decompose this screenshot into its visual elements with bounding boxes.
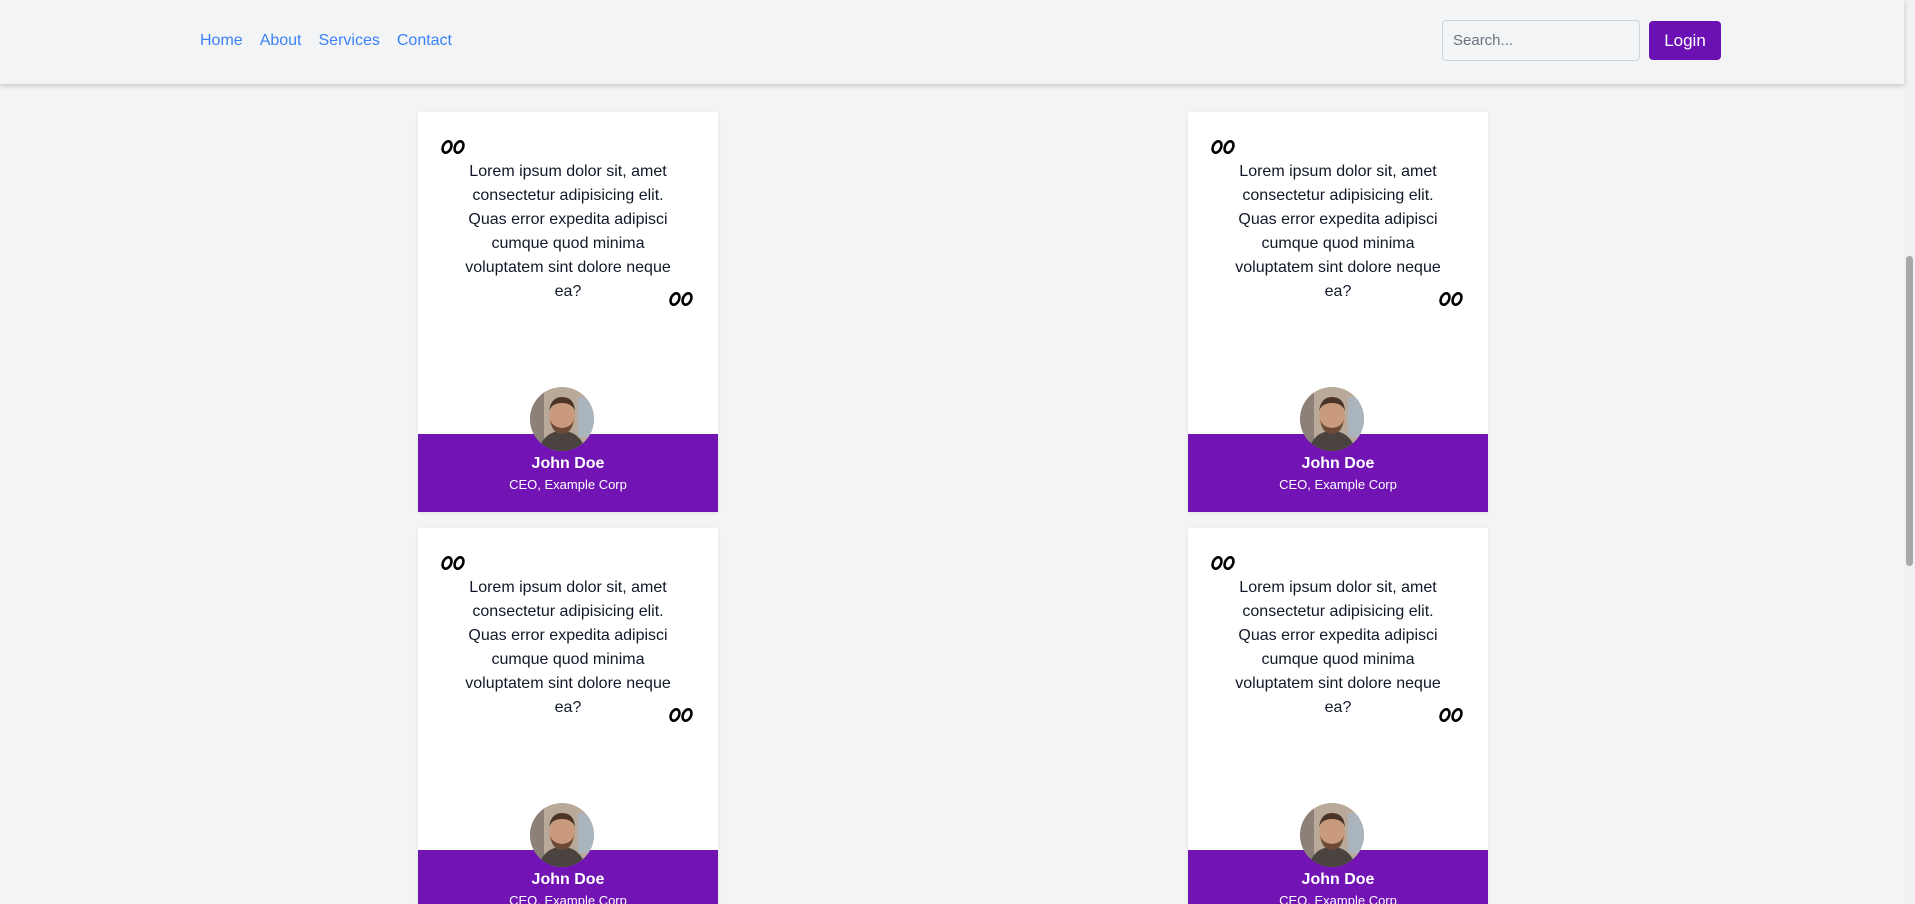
login-button[interactable]: Login xyxy=(1649,21,1721,60)
nav-links: Home About Services Contact xyxy=(200,31,452,51)
quote-open-icon xyxy=(441,556,465,570)
testimonial-quote: Lorem ipsum dolor sit, amet consectetur … xyxy=(465,163,671,300)
avatar xyxy=(1300,803,1364,867)
vertical-scrollbar[interactable] xyxy=(1904,0,1915,904)
quote-close-icon xyxy=(1439,708,1463,722)
testimonial-quote: Lorem ipsum dolor sit, amet consectetur … xyxy=(465,579,671,716)
testimonial-card: Lorem ipsum dolor sit, amet consectetur … xyxy=(418,528,718,904)
testimonial-quote: Lorem ipsum dolor sit, amet consectetur … xyxy=(1235,579,1441,716)
quote-open-icon xyxy=(441,140,465,154)
quote-open-icon xyxy=(1211,140,1235,154)
testimonial-name: John Doe xyxy=(531,455,605,472)
scrollbar-thumb[interactable] xyxy=(1906,256,1913,566)
navbar: Home About Services Contact Login xyxy=(0,0,1904,84)
testimonial-quote: Lorem ipsum dolor sit, amet consectetur … xyxy=(1235,163,1441,300)
testimonial-role: CEO, Example Corp xyxy=(509,477,627,492)
testimonial-role: CEO, Example Corp xyxy=(1279,477,1397,492)
avatar xyxy=(530,387,594,451)
quote-close-icon xyxy=(669,292,693,306)
nav-link-contact[interactable]: Contact xyxy=(397,31,452,51)
quote-open-icon xyxy=(1211,556,1235,570)
testimonial-name: John Doe xyxy=(1301,871,1375,888)
testimonial-name: John Doe xyxy=(531,871,605,888)
testimonial-card: Lorem ipsum dolor sit, amet consectetur … xyxy=(1188,528,1488,904)
testimonial-role: CEO, Example Corp xyxy=(509,893,627,904)
page: Home About Services Contact Login Lorem … xyxy=(0,0,1915,904)
nav-link-about[interactable]: About xyxy=(260,31,302,51)
testimonial-card: Lorem ipsum dolor sit, amet consectetur … xyxy=(418,112,718,512)
avatar xyxy=(530,803,594,867)
avatar xyxy=(1300,387,1364,451)
quote-close-icon xyxy=(669,708,693,722)
search-input[interactable] xyxy=(1442,20,1640,61)
testimonial-name: John Doe xyxy=(1301,455,1375,472)
nav-link-services[interactable]: Services xyxy=(319,31,380,51)
testimonial-role: CEO, Example Corp xyxy=(1279,893,1397,904)
testimonial-card: Lorem ipsum dolor sit, amet consectetur … xyxy=(1188,112,1488,512)
nav-link-home[interactable]: Home xyxy=(200,31,243,51)
quote-close-icon xyxy=(1439,292,1463,306)
